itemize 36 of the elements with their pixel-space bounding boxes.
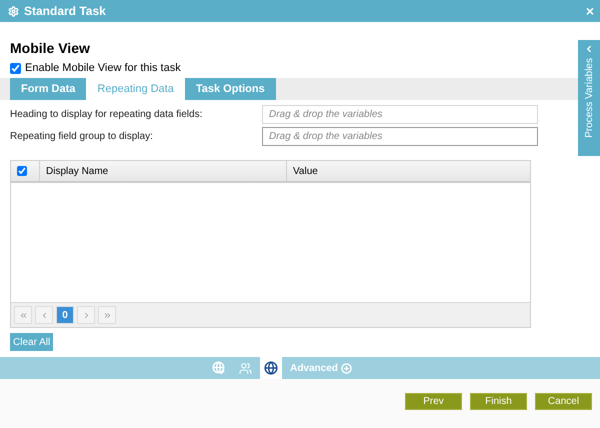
page-number-button[interactable]: 0	[56, 306, 74, 324]
checkbox-label: Enable Mobile View for this task	[25, 62, 181, 74]
first-page-button[interactable]	[14, 306, 32, 324]
window-title: Standard Task	[24, 4, 107, 18]
settings-icon	[8, 6, 19, 16]
side-tab-label: Process Variables	[584, 58, 594, 138]
double-chevron-right-icon	[102, 310, 112, 320]
column-header: Display Name	[40, 161, 287, 181]
tab[interactable]: Form Data	[10, 78, 86, 100]
double-chevron-left-icon	[18, 310, 28, 320]
footer-button[interactable]: Finish	[470, 393, 527, 410]
globe-pencil-icon	[212, 361, 226, 375]
footer-button[interactable]: Cancel	[535, 393, 592, 410]
last-page-button[interactable]	[98, 306, 116, 324]
tab[interactable]: Repeating Data	[86, 78, 185, 100]
input-field[interactable]: Drag & drop the variables	[262, 127, 538, 146]
footer-button[interactable]: Prev	[405, 393, 462, 410]
column-header: Value	[292, 164, 319, 178]
plus-icon[interactable]	[340, 362, 352, 374]
select-all-checkbox[interactable]	[17, 166, 27, 176]
advanced-label[interactable]: Advanced	[290, 362, 338, 374]
previous-page-button[interactable]	[35, 306, 53, 324]
globe-icon	[264, 361, 278, 375]
close-button[interactable]: ×	[586, 3, 594, 19]
next-page-button[interactable]	[77, 306, 95, 324]
icon-tab[interactable]	[260, 357, 282, 379]
enable-mobile-checkbox[interactable]	[10, 62, 21, 74]
clear-all-button[interactable]: Clear All	[10, 333, 54, 351]
field-label: Heading to display for repeating data fields:	[10, 109, 204, 120]
chevron-icon	[584, 44, 594, 54]
users-icon	[238, 362, 252, 374]
tab[interactable]: Task Options	[184, 78, 276, 100]
field-label: Repeating field group to display:	[10, 131, 154, 142]
section-heading: Mobile View	[9, 39, 91, 58]
process-variables-tab[interactable]: Process Variables	[578, 40, 600, 156]
input-field[interactable]: Drag & drop the variables	[262, 105, 538, 124]
